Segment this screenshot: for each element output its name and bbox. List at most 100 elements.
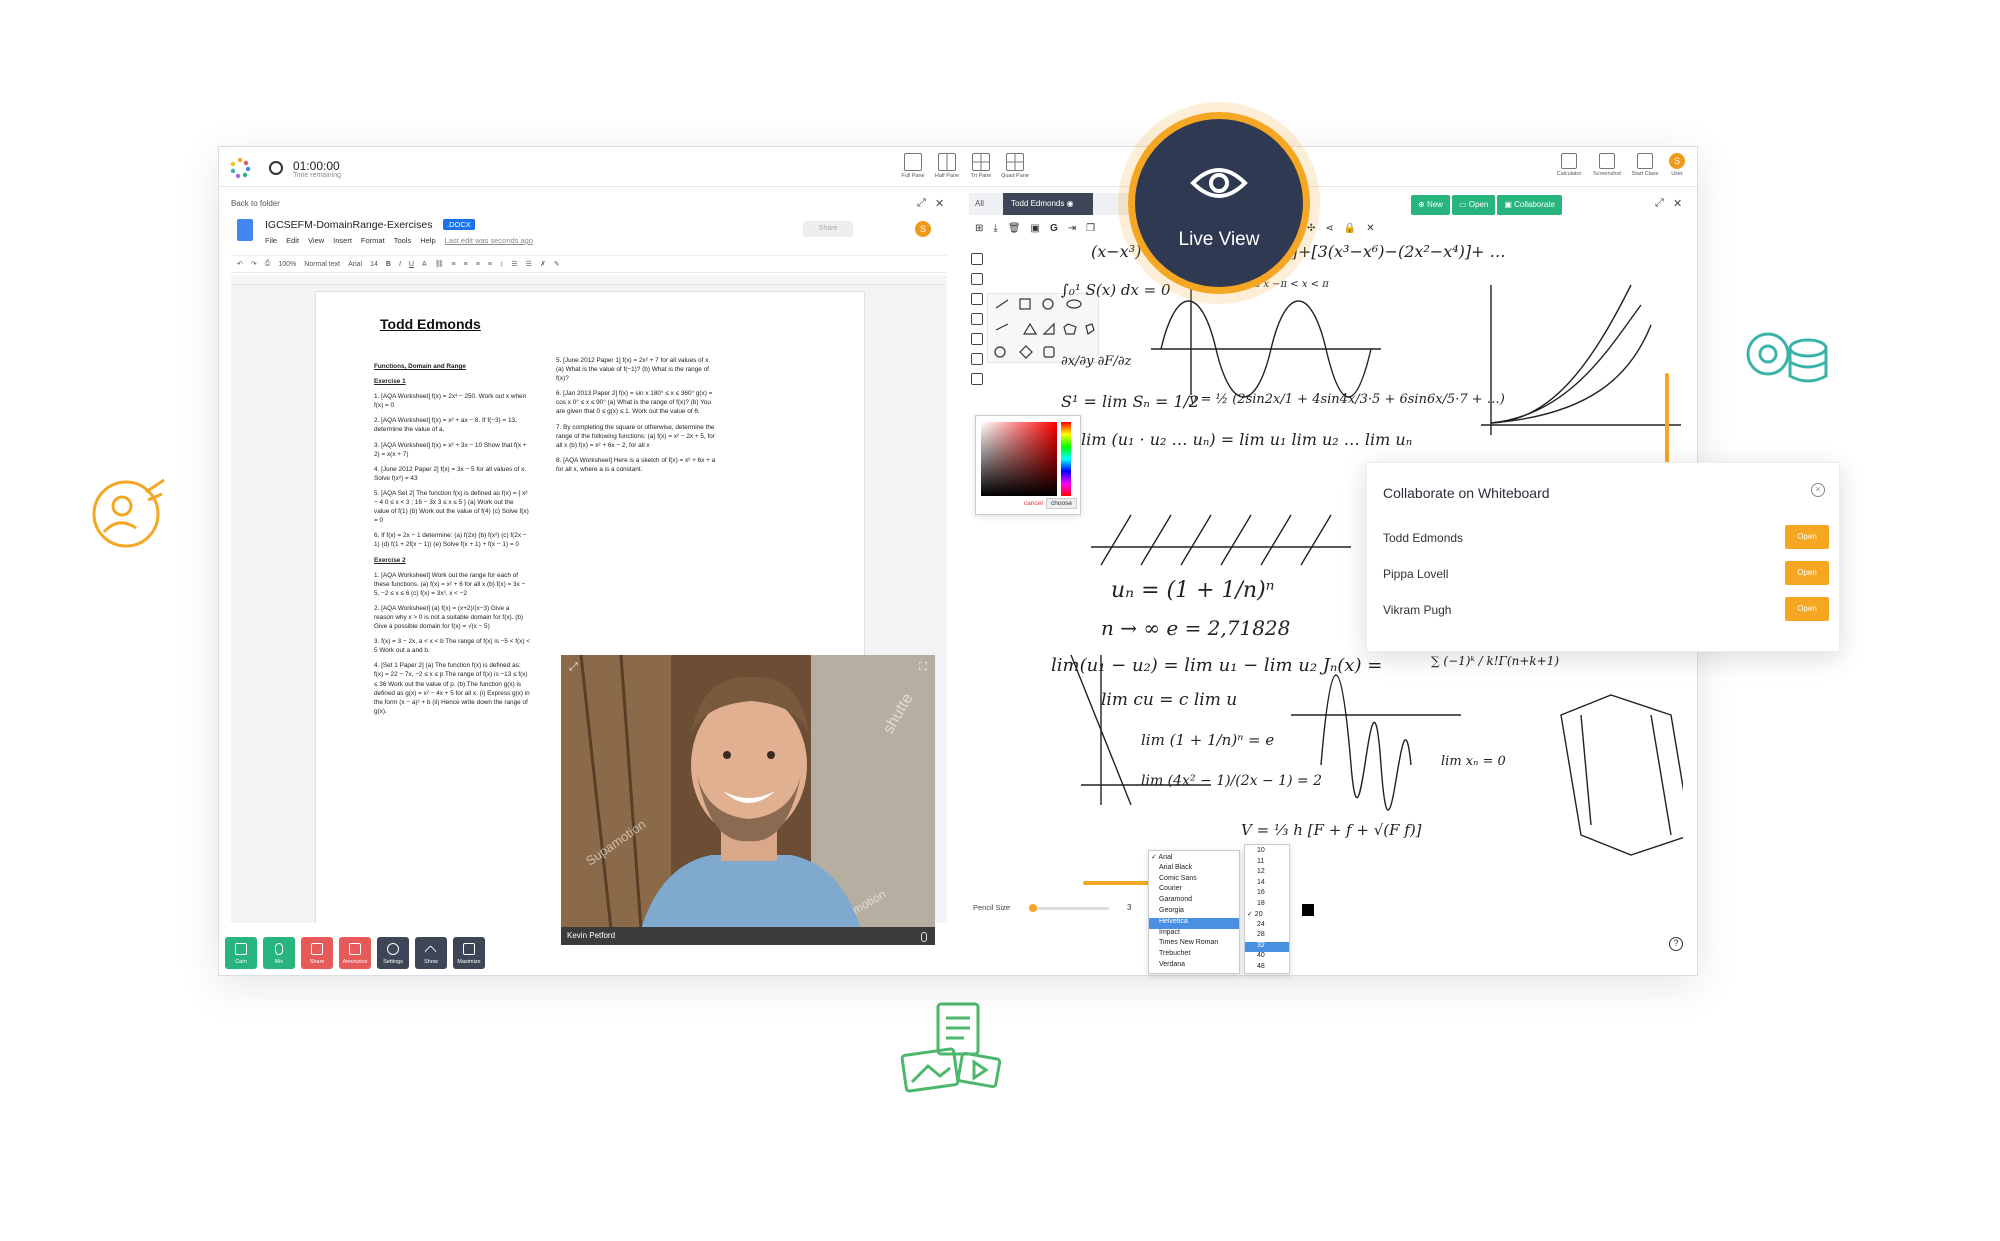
share-button[interactable]: Share <box>803 221 853 237</box>
font-option[interactable]: Arial Black <box>1149 864 1239 875</box>
font-size-dropdown[interactable]: 10 11 12 14 16 18 ✓ 20 24 28 32 40 48 <box>1244 844 1290 974</box>
trash-icon[interactable]: 🗑 <box>1008 223 1021 234</box>
bullet-list-icon[interactable]: ☰ <box>526 260 532 268</box>
help-icon[interactable]: ? <box>1669 937 1683 951</box>
google-icon[interactable]: G <box>1050 223 1058 234</box>
bold-icon[interactable]: B <box>386 261 391 268</box>
grid-icon[interactable]: ⊞ <box>975 223 983 234</box>
tab-all[interactable]: All <box>975 199 984 208</box>
close-icon[interactable]: ✕ <box>1366 223 1374 234</box>
menu-tools[interactable]: Tools <box>394 236 412 245</box>
redo-icon[interactable]: ↷ <box>251 260 257 268</box>
quad-pane-button[interactable]: Quad Pane <box>997 153 1033 179</box>
color-swatch[interactable] <box>1302 904 1314 916</box>
font-option[interactable]: Courier <box>1149 885 1239 896</box>
link-icon[interactable]: ⛓ <box>435 260 444 268</box>
text-color-icon[interactable]: A <box>422 261 427 268</box>
open-button[interactable]: Open <box>1785 597 1829 621</box>
style-select[interactable]: Normal text <box>304 261 340 268</box>
menu-insert[interactable]: Insert <box>333 236 352 245</box>
expand-icon[interactable]: ⤢ <box>917 197 926 210</box>
font-option[interactable]: Trebuchet <box>1149 950 1239 961</box>
print-icon[interactable]: ⎙ <box>265 260 271 268</box>
size-option[interactable]: 14 <box>1245 879 1289 890</box>
open-button[interactable]: Open <box>1785 561 1829 585</box>
font-option[interactable]: Georgia <box>1149 907 1239 918</box>
user-button[interactable]: S User <box>1659 153 1695 177</box>
share-screen-button[interactable]: Share <box>301 937 333 969</box>
tri-pane-button[interactable]: Tri Pane <box>963 153 999 179</box>
font-option[interactable]: Garamond <box>1149 896 1239 907</box>
new-whiteboard-button[interactable]: ⊕ New <box>1411 195 1450 215</box>
video-tile[interactable]: ⤢ ⛶ Supamotion shutte motion Kevin Petfo… <box>561 655 935 945</box>
zoom-select[interactable]: 100% <box>278 261 296 268</box>
size-option[interactable]: 48 <box>1245 963 1289 974</box>
open-whiteboard-button[interactable]: ▭ Open <box>1451 195 1496 215</box>
close-icon[interactable]: ✕ <box>935 197 944 210</box>
font-option[interactable]: Verdana <box>1149 961 1239 972</box>
undo-icon[interactable]: ↶ <box>237 260 243 268</box>
close-icon[interactable]: × <box>1811 483 1825 497</box>
color-icon[interactable] <box>971 373 983 385</box>
lock-icon[interactable]: 🔒 <box>1344 223 1356 234</box>
open-button[interactable]: Open <box>1785 525 1829 549</box>
wb-expand-icon[interactable]: ⤢ <box>1655 197 1664 210</box>
maximize-button[interactable]: Maximize <box>453 937 485 969</box>
size-option[interactable]: 10 <box>1245 847 1289 858</box>
size-input[interactable]: 14 <box>370 261 378 268</box>
full-pane-button[interactable]: Full Pane <box>895 153 931 179</box>
font-option[interactable]: Impact <box>1149 929 1239 940</box>
size-option[interactable]: 32 <box>1245 941 1289 952</box>
align-center-icon[interactable]: ≡ <box>464 261 468 268</box>
eraser-icon[interactable] <box>971 273 983 285</box>
size-option[interactable]: 16 <box>1245 889 1289 900</box>
shapes-icon[interactable] <box>971 293 983 305</box>
last-edit-link[interactable]: Last edit was seconds ago <box>445 236 533 245</box>
align-left-icon[interactable]: ≡ <box>452 261 456 268</box>
tab-todd-edmonds[interactable]: Todd Edmonds ◉ <box>1003 193 1093 215</box>
pencil-icon[interactable] <box>971 253 983 265</box>
font-family-dropdown[interactable]: ✓ Arial Arial Black Comic Sans Courier Garam… <box>1148 850 1240 974</box>
doc-user-avatar[interactable]: S <box>915 221 931 237</box>
menu-format[interactable]: Format <box>361 236 385 245</box>
start-class-button[interactable]: Start Class <box>1627 153 1663 177</box>
announce-button[interactable]: Announce <box>339 937 371 969</box>
font-option[interactable]: ✓ Arial <box>1149 853 1239 864</box>
cam-button[interactable]: Cam <box>225 937 257 969</box>
scatter-icon[interactable]: ✣ <box>1307 223 1315 234</box>
half-pane-button[interactable]: Half Pane <box>929 153 965 179</box>
pencil-size-knob[interactable] <box>1029 904 1037 912</box>
back-to-folder-link[interactable]: Back to folder <box>231 199 280 208</box>
video-fullscreen-icon[interactable]: ⛶ <box>919 661 927 674</box>
copy-icon[interactable]: ❐ <box>1086 223 1095 234</box>
wb-close-icon[interactable]: ✕ <box>1673 197 1682 210</box>
font-option[interactable]: Times New Roman <box>1149 939 1239 950</box>
size-option[interactable]: 12 <box>1245 868 1289 879</box>
font-select[interactable]: Arial <box>348 261 362 268</box>
pencil-size-slider[interactable] <box>1029 907 1109 910</box>
font-option[interactable]: Helvetica <box>1149 917 1239 929</box>
size-option[interactable]: 40 <box>1245 952 1289 963</box>
align-right-icon[interactable]: ≡ <box>476 261 480 268</box>
font-option[interactable]: Comic Sans <box>1149 875 1239 886</box>
size-option[interactable]: 28 <box>1245 931 1289 942</box>
menu-file[interactable]: File <box>265 236 277 245</box>
menu-view[interactable]: View <box>308 236 324 245</box>
menu-help[interactable]: Help <box>420 236 435 245</box>
document-file-name[interactable]: IGCSEFM-DomainRange-Exercises <box>265 219 432 231</box>
settings-button[interactable]: Settings <box>377 937 409 969</box>
text-icon[interactable] <box>971 313 983 325</box>
numbered-list-icon[interactable]: ☰ <box>511 260 517 268</box>
edit-mode-icon[interactable]: ✎ <box>554 260 560 268</box>
download-icon[interactable]: ⤓ <box>993 223 997 234</box>
calculator-button[interactable]: Calculator <box>1551 153 1587 177</box>
screenshot-button[interactable]: Screenshot <box>1589 153 1625 177</box>
pi-icon[interactable] <box>971 353 983 365</box>
image-icon[interactable]: ▣ <box>1031 223 1040 234</box>
collaborate-button[interactable]: ▣ Collaborate <box>1497 195 1563 215</box>
share-icon[interactable]: ⋖ <box>1325 223 1333 234</box>
show-button[interactable]: Show <box>415 937 447 969</box>
size-option[interactable]: 18 <box>1245 900 1289 911</box>
size-option[interactable]: 24 <box>1245 921 1289 932</box>
italic-icon[interactable]: I <box>399 261 401 268</box>
